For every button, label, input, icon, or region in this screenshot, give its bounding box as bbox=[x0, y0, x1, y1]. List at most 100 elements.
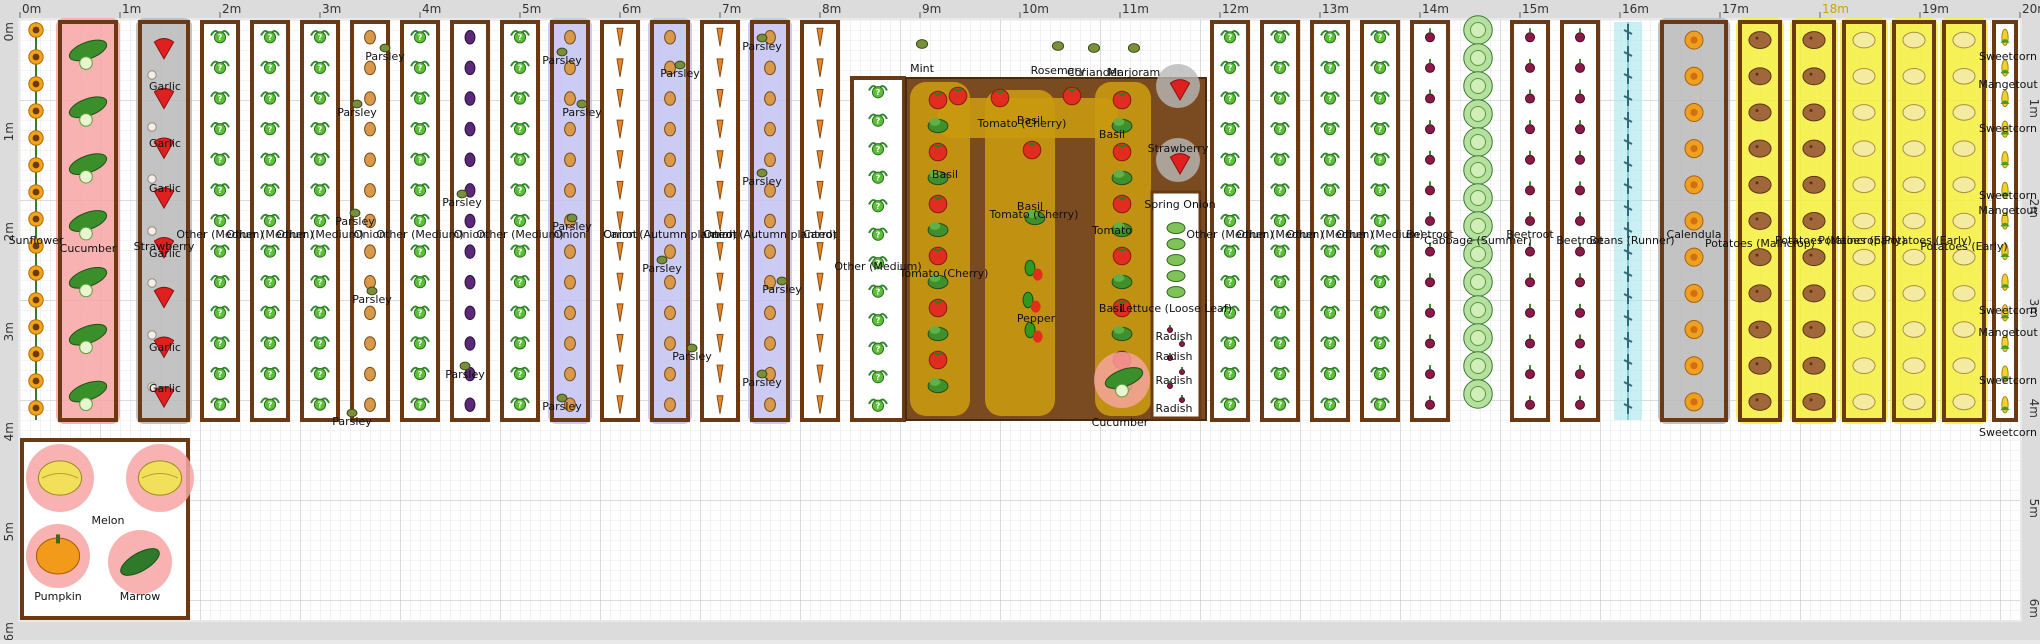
beetroot-bed-3[interactable] bbox=[1560, 20, 1600, 422]
potatoes-early-bed-2[interactable] bbox=[1890, 18, 1938, 424]
bottom-ruler bbox=[0, 622, 2040, 640]
svg-text:?: ? bbox=[318, 338, 323, 348]
svg-text:?: ? bbox=[268, 63, 273, 73]
plant-icon bbox=[564, 121, 576, 137]
plant-icon bbox=[1802, 175, 1826, 194]
calendula-bed[interactable] bbox=[1658, 18, 1730, 424]
svg-text:?: ? bbox=[1228, 154, 1233, 164]
svg-text:?: ? bbox=[1228, 32, 1233, 42]
svg-text:?: ? bbox=[418, 216, 423, 226]
spring-onion-label: Spring Onion bbox=[1144, 198, 1215, 211]
svg-text:?: ? bbox=[418, 32, 423, 42]
other-medium-bed-9[interactable]: ????????????? bbox=[1310, 20, 1350, 422]
cabbage-icon bbox=[1463, 71, 1493, 101]
plant-icon bbox=[1852, 321, 1876, 338]
svg-text:?: ? bbox=[1228, 338, 1233, 348]
basil-label: Basil bbox=[1017, 114, 1043, 127]
svg-text:?: ? bbox=[1328, 399, 1333, 409]
ruler-tick-label: 1m bbox=[2027, 99, 2040, 118]
other-medium-bed-4[interactable]: ????????????? bbox=[400, 20, 440, 422]
cucumber-bed[interactable] bbox=[56, 18, 120, 424]
cucumber-label: Cucumber bbox=[1092, 416, 1149, 429]
svg-text:?: ? bbox=[876, 400, 881, 410]
parsley-label: Parsley bbox=[742, 376, 782, 389]
svg-text:?: ? bbox=[1378, 93, 1383, 103]
other-medium-bed-6[interactable]: ???????????? bbox=[850, 76, 906, 422]
tomato-icon bbox=[1112, 246, 1132, 266]
other-medium-bed-5[interactable]: ????????????? bbox=[500, 20, 540, 422]
parsley-label: Parsley bbox=[742, 175, 782, 188]
svg-text:?: ? bbox=[268, 185, 273, 195]
svg-text:?: ? bbox=[268, 277, 273, 287]
cabbage-icon bbox=[1463, 295, 1493, 325]
plant-icon bbox=[1802, 356, 1826, 375]
sunflower-row[interactable] bbox=[28, 22, 44, 416]
potatoes-early-bed-1[interactable] bbox=[1840, 18, 1888, 424]
beans-runner-row[interactable] bbox=[1614, 22, 1642, 420]
svg-text:?: ? bbox=[318, 93, 323, 103]
potatoes-maincrop-bed-2[interactable] bbox=[1790, 18, 1838, 424]
plant-icon bbox=[464, 152, 476, 168]
tomato-label: Tomato bbox=[1091, 224, 1132, 237]
svg-text:?: ? bbox=[518, 308, 523, 318]
svg-text:?: ? bbox=[318, 154, 323, 164]
svg-text:?: ? bbox=[1228, 93, 1233, 103]
other-medium-bed-1[interactable]: ????????????? bbox=[200, 20, 240, 422]
parsley-label: Parsley bbox=[642, 262, 682, 275]
other-medium-bed-2[interactable]: ????????????? bbox=[250, 20, 290, 422]
ruler-tick-label: 5m bbox=[2, 522, 16, 541]
plant-icon bbox=[1902, 67, 1926, 85]
svg-text:?: ? bbox=[1228, 277, 1233, 287]
carrot-bed-1[interactable] bbox=[600, 20, 640, 422]
svg-text:?: ? bbox=[318, 63, 323, 73]
svg-text:?: ? bbox=[1378, 308, 1383, 318]
herb-icon bbox=[915, 39, 929, 49]
tomato-icon bbox=[928, 194, 948, 214]
ruler-tick-label: 3m bbox=[2, 322, 16, 341]
plant-icon bbox=[564, 366, 576, 382]
plant-icon bbox=[1684, 139, 1704, 159]
other-medium-bed-7[interactable]: ????????????? bbox=[1210, 20, 1250, 422]
ruler-tick-label: 16m bbox=[1622, 2, 1649, 16]
other-medium-bed-10[interactable]: ????????????? bbox=[1360, 20, 1400, 422]
plant-icon bbox=[147, 278, 157, 288]
cabbage-icon bbox=[1463, 323, 1493, 353]
beetroot-bed-1[interactable] bbox=[1410, 20, 1450, 422]
svg-text:?: ? bbox=[1328, 246, 1333, 256]
sweetcorn-label: Sweetcorn bbox=[1979, 122, 2037, 135]
svg-text:?: ? bbox=[318, 185, 323, 195]
plant-icon bbox=[1902, 176, 1926, 194]
svg-text:?: ? bbox=[876, 144, 881, 154]
plant-icon bbox=[1852, 176, 1876, 194]
plant-icon bbox=[564, 305, 576, 321]
pumpkin-label: Pumpkin bbox=[34, 590, 82, 603]
other-medium-bed-3[interactable]: ????????????? bbox=[300, 20, 340, 422]
strawberry-garlic-bed[interactable] bbox=[136, 18, 192, 424]
plant-icon bbox=[1952, 104, 1976, 121]
other-medium-bed-8[interactable]: ????????????? bbox=[1260, 20, 1300, 422]
ruler-tick-label: 6m bbox=[622, 2, 641, 16]
plant-icon bbox=[1902, 212, 1926, 230]
onion-autumn-bed-2[interactable] bbox=[748, 18, 792, 424]
plant-icon bbox=[364, 244, 376, 259]
svg-text:?: ? bbox=[218, 124, 223, 134]
herb-label: Marjoram bbox=[1108, 66, 1161, 79]
onion-purple-bed[interactable] bbox=[450, 20, 490, 422]
plant-icon bbox=[147, 330, 157, 340]
garden-planner-canvas[interactable]: 0m 1m 2m 3m 4m 5m 6m 7m 8m 9m 10m 11m 12m 13m 14m 15m 16… bbox=[0, 0, 2040, 641]
plant-icon bbox=[147, 70, 157, 80]
plant-icon bbox=[764, 213, 776, 229]
plant-icon bbox=[464, 91, 476, 106]
garden-plan[interactable]: 0m 1m 2m 3m 4m 5m 6m 7m 8m 9m 10m 11m 12m 13m 14m 15m 16… bbox=[0, 0, 2040, 641]
plant-icon bbox=[28, 157, 44, 173]
potatoes-maincrop-bed-1[interactable] bbox=[1736, 18, 1784, 424]
ruler-tick-label: 6m bbox=[2, 622, 16, 640]
carrot-bed-3[interactable] bbox=[800, 20, 840, 422]
bed-border[interactable] bbox=[850, 76, 906, 422]
svg-text:?: ? bbox=[518, 399, 523, 409]
beetroot-bed-2[interactable] bbox=[1510, 20, 1550, 422]
sweetcorn-label: Sweetcorn bbox=[1979, 374, 2037, 387]
lettuce-icon bbox=[1166, 286, 1186, 298]
sunflower-label: Sunflower bbox=[9, 234, 64, 247]
svg-text:?: ? bbox=[1378, 154, 1383, 164]
